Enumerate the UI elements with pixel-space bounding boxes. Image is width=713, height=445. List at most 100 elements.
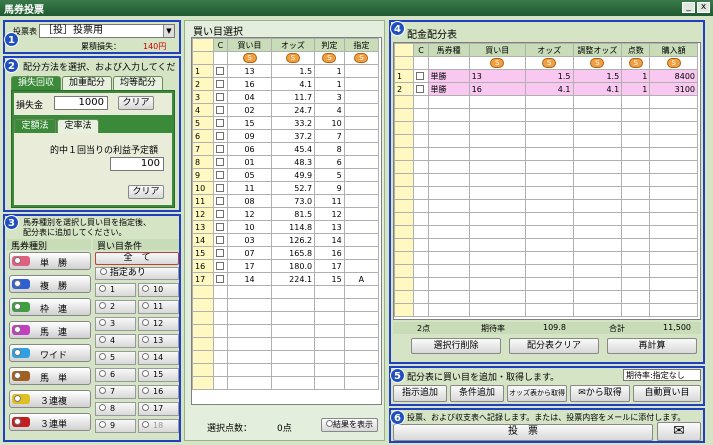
check-cell[interactable] bbox=[212, 376, 229, 390]
table-row[interactable] bbox=[192, 285, 380, 299]
table-row[interactable]: 14 03 126.2 14 bbox=[192, 233, 380, 247]
checkbox[interactable] bbox=[215, 158, 224, 166]
clear-table-button[interactable]: 配分表クリア bbox=[509, 338, 599, 354]
table-row[interactable] bbox=[394, 186, 698, 200]
checkbox[interactable] bbox=[215, 67, 224, 75]
check-cell[interactable] bbox=[212, 64, 229, 78]
check-cell[interactable] bbox=[212, 259, 229, 273]
expect-rate-select[interactable]: 期待率:指定なし bbox=[623, 369, 701, 381]
sort-cell[interactable]: S bbox=[572, 56, 623, 70]
number-cond-9[interactable]: 9 bbox=[95, 419, 136, 433]
column-header[interactable]: C bbox=[413, 43, 429, 57]
table-row[interactable] bbox=[394, 238, 698, 252]
table-row[interactable] bbox=[192, 298, 380, 312]
check-cell[interactable] bbox=[413, 277, 429, 291]
chevron-down-icon[interactable]: ▼ bbox=[163, 25, 174, 37]
table-row[interactable]: 9 05 49.9 5 bbox=[192, 168, 380, 182]
table-row[interactable] bbox=[394, 160, 698, 174]
table-row[interactable] bbox=[394, 212, 698, 226]
checkbox[interactable] bbox=[416, 85, 425, 93]
sort-cell[interactable]: S bbox=[468, 56, 526, 70]
check-cell[interactable] bbox=[212, 103, 229, 117]
odds-fetch-button[interactable]: オッズ表から取得 bbox=[507, 385, 567, 402]
checkbox[interactable] bbox=[215, 236, 224, 244]
add-condition-button[interactable]: 条件追加 bbox=[450, 385, 504, 402]
table-row[interactable] bbox=[394, 173, 698, 187]
vote-button[interactable]: 投 票 bbox=[393, 424, 653, 441]
checkbox[interactable] bbox=[416, 72, 425, 80]
checkbox[interactable] bbox=[215, 171, 224, 179]
number-cond-6[interactable]: 6 bbox=[95, 368, 136, 382]
check-cell[interactable] bbox=[212, 129, 229, 143]
number-cond-4[interactable]: 4 bbox=[95, 334, 136, 348]
check-cell[interactable] bbox=[413, 121, 429, 135]
check-cell[interactable] bbox=[413, 251, 429, 265]
table-row[interactable] bbox=[192, 311, 380, 325]
column-header[interactable]: 買い目 bbox=[468, 43, 526, 57]
table-row[interactable] bbox=[192, 324, 380, 338]
checkbox[interactable] bbox=[215, 93, 224, 101]
sort-cell[interactable]: S bbox=[343, 51, 380, 65]
tab-fixed-amount[interactable]: 定額法 bbox=[14, 119, 56, 133]
table-row[interactable] bbox=[394, 290, 698, 304]
checkbox[interactable] bbox=[215, 80, 224, 88]
number-cond-12[interactable]: 12 bbox=[138, 317, 179, 331]
check-cell[interactable] bbox=[212, 77, 229, 91]
column-header[interactable]: 買い目 bbox=[227, 38, 272, 52]
table-row[interactable]: 3 04 11.7 3 bbox=[192, 90, 380, 104]
check-cell[interactable] bbox=[212, 246, 229, 260]
table-row[interactable] bbox=[394, 199, 698, 213]
sort-icon[interactable]: S bbox=[354, 53, 369, 63]
sort-cell[interactable]: S bbox=[227, 51, 272, 65]
checkbox[interactable] bbox=[215, 132, 224, 140]
tab-loss-recovery[interactable]: 損失回収 bbox=[11, 76, 61, 90]
check-cell[interactable] bbox=[413, 264, 429, 278]
column-header[interactable]: オッズ bbox=[270, 38, 316, 52]
table-row[interactable]: 10 11 52.7 9 bbox=[192, 181, 380, 195]
table-row[interactable] bbox=[394, 95, 698, 109]
number-cond-8[interactable]: 8 bbox=[95, 402, 136, 416]
sort-icon[interactable]: S bbox=[285, 53, 300, 63]
table-row[interactable]: 5 15 33.2 10 bbox=[192, 116, 380, 130]
sort-icon[interactable]: S bbox=[590, 58, 605, 68]
check-cell[interactable] bbox=[212, 285, 229, 299]
check-cell[interactable] bbox=[212, 363, 229, 377]
check-cell[interactable] bbox=[212, 168, 229, 182]
check-cell[interactable] bbox=[212, 298, 229, 312]
column-header[interactable]: オッズ bbox=[524, 43, 574, 57]
clear-loss-button[interactable]: クリア bbox=[118, 96, 154, 110]
checkbox[interactable] bbox=[215, 275, 224, 283]
check-cell[interactable] bbox=[413, 95, 429, 109]
table-row[interactable]: 15 07 165.8 16 bbox=[192, 246, 380, 260]
table-row[interactable] bbox=[394, 147, 698, 161]
sort-cell[interactable]: S bbox=[314, 51, 345, 65]
loss-amount-input[interactable]: 1000 bbox=[54, 96, 108, 110]
check-cell[interactable] bbox=[212, 337, 229, 351]
checkbox[interactable] bbox=[215, 223, 224, 231]
check-cell[interactable] bbox=[413, 69, 429, 83]
recalc-button[interactable]: 再計算 bbox=[607, 338, 697, 354]
sort-icon[interactable]: S bbox=[628, 58, 643, 68]
table-row[interactable]: 11 08 73.0 11 bbox=[192, 194, 380, 208]
sort-cell[interactable]: S bbox=[524, 56, 574, 70]
check-cell[interactable] bbox=[212, 350, 229, 364]
number-cond-18[interactable]: 18 bbox=[138, 419, 179, 433]
number-cond-2[interactable]: 2 bbox=[95, 300, 136, 314]
checkbox[interactable] bbox=[215, 197, 224, 205]
sort-icon[interactable]: S bbox=[542, 58, 557, 68]
tab-fixed-rate[interactable]: 定率法 bbox=[57, 119, 99, 133]
check-cell[interactable] bbox=[413, 290, 429, 304]
table-row[interactable] bbox=[394, 277, 698, 291]
table-row[interactable] bbox=[394, 134, 698, 148]
check-cell[interactable] bbox=[413, 199, 429, 213]
checkbox[interactable] bbox=[215, 184, 224, 192]
table-row[interactable]: 4 02 24.7 4 bbox=[192, 103, 380, 117]
table-row[interactable]: 12 12 81.5 12 bbox=[192, 207, 380, 221]
table-row[interactable] bbox=[394, 251, 698, 265]
number-cond-14[interactable]: 14 bbox=[138, 351, 179, 365]
check-cell[interactable] bbox=[413, 225, 429, 239]
checkbox[interactable] bbox=[215, 262, 224, 270]
table-row[interactable]: 16 17 180.0 17 bbox=[192, 259, 380, 273]
check-cell[interactable] bbox=[212, 311, 229, 325]
sort-cell[interactable]: S bbox=[649, 56, 698, 70]
